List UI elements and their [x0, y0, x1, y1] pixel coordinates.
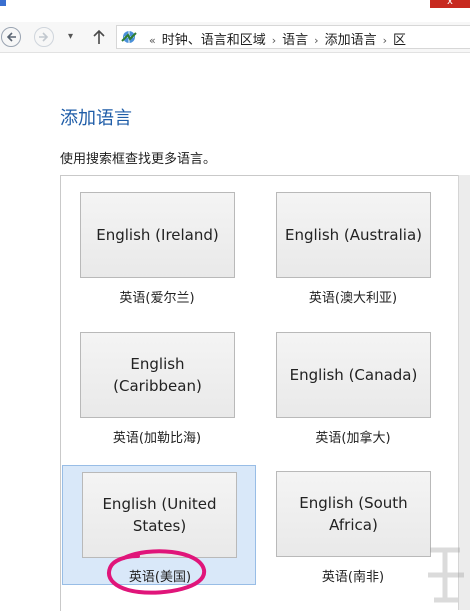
breadcrumb-item[interactable]: 添加语言: [325, 29, 377, 48]
language-tile[interactable]: English (Canada): [276, 332, 431, 418]
breadcrumb-separator[interactable]: ›: [314, 34, 318, 47]
page-subtitle: 使用搜索框查找更多语言。: [60, 152, 217, 167]
breadcrumb-item[interactable]: 区: [393, 29, 406, 48]
language-tile[interactable]: English (Caribbean): [80, 332, 235, 418]
language-tile[interactable]: English (United States): [82, 472, 237, 558]
up-button[interactable]: [92, 28, 106, 50]
arrow-left-icon: [6, 32, 16, 42]
control-panel-icon: [121, 31, 137, 43]
language-label: 英语(爱尔兰): [119, 291, 195, 306]
arrow-up-icon: [93, 29, 105, 44]
breadcrumb-overflow[interactable]: «: [149, 34, 156, 47]
close-icon: x: [447, 0, 453, 7]
breadcrumb-separator[interactable]: ›: [383, 34, 387, 47]
watermark-logo: [428, 547, 464, 603]
window-top-edge: x: [0, 0, 470, 22]
breadcrumb-item[interactable]: 语言: [282, 29, 308, 48]
language-tile[interactable]: English (Australia): [276, 192, 431, 278]
breadcrumb-separator[interactable]: ›: [272, 34, 276, 47]
language-label: 英语(加拿大): [315, 431, 391, 446]
highlight-circle-annotation: [107, 549, 207, 595]
forward-button[interactable]: [34, 27, 54, 47]
language-option-english-ireland[interactable]: English (Ireland) 英语(爱尔兰): [60, 176, 254, 316]
language-label: 英语(澳大利亚): [308, 291, 398, 306]
breadcrumb-item[interactable]: 时钟、语言和区域: [162, 29, 266, 48]
arrow-right-icon: [39, 32, 49, 42]
language-tile[interactable]: English (Ireland): [80, 192, 235, 278]
language-label: 英语(加勒比海): [112, 431, 202, 446]
language-option-english-caribbean[interactable]: English (Caribbean) 英语(加勒比海): [60, 316, 254, 456]
navigation-bar: ▾ « 时钟、语言和区域 › 语言 › 添加语言 › 区: [0, 22, 470, 53]
language-option-english-canada[interactable]: English (Canada) 英语(加拿大): [256, 316, 450, 456]
breadcrumb: « 时钟、语言和区域 › 语言 › 添加语言 › 区: [143, 29, 406, 48]
close-window-button[interactable]: x: [430, 0, 470, 8]
back-button[interactable]: [1, 27, 21, 47]
recent-locations-dropdown[interactable]: ▾: [68, 31, 73, 42]
page-title: 添加语言: [60, 108, 132, 129]
window-corner: [0, 0, 6, 6]
language-option-english-australia[interactable]: English (Australia) 英语(澳大利亚): [256, 176, 450, 316]
address-bar[interactable]: « 时钟、语言和区域 › 语言 › 添加语言 › 区: [116, 25, 470, 49]
language-tile[interactable]: English (South Africa): [276, 471, 431, 557]
